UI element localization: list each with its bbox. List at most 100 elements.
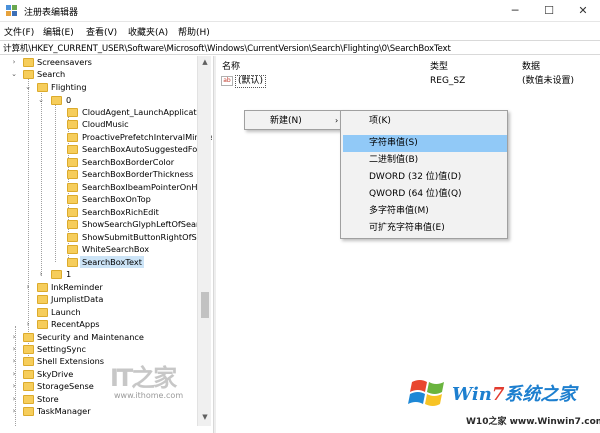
expand-icon[interactable]: › (10, 355, 18, 367)
window-title: 注册表编辑器 (24, 8, 79, 18)
tree-item-label: WhiteSearchBox (82, 244, 150, 254)
ithome-watermark: IT之家 www.ithome.com (110, 358, 210, 406)
scrollbar-thumb[interactable] (201, 292, 209, 318)
collapse-icon[interactable]: ⌄ (24, 81, 32, 93)
menu-file[interactable]: 文件(F) (4, 25, 34, 38)
tree-item-label: Search (37, 69, 66, 79)
scroll-up-icon[interactable]: ▲ (200, 58, 210, 68)
tree-item-label: InkReminder (51, 282, 103, 292)
folder-icon (23, 395, 34, 404)
menu-view[interactable]: 查看(V) (86, 25, 117, 38)
expand-icon[interactable]: › (10, 405, 18, 417)
brand-part: Win (452, 384, 492, 405)
win7-brand: Win7系统之家 (452, 380, 576, 406)
scroll-down-icon[interactable]: ▼ (200, 413, 210, 423)
submenu-arrow-icon: › (335, 116, 339, 125)
menu-favorites[interactable]: 收藏夹(A) (128, 25, 168, 38)
folder-icon (67, 170, 78, 179)
folder-icon (51, 270, 62, 279)
tree-item-label: SearchBoxText (80, 256, 144, 268)
tree-item-label: SearchBoxOnTop (82, 194, 151, 204)
win7-watermark: Win7系统之家 W10之家 www.Winwin7.com (408, 372, 600, 432)
menu-item-new[interactable]: 新建(N) › (245, 113, 347, 129)
tree-item-label: RecentApps (51, 319, 100, 329)
expand-icon[interactable]: › (24, 281, 32, 293)
expand-icon[interactable]: › (10, 393, 18, 405)
maximize-button[interactable]: ☐ (532, 0, 566, 22)
folder-icon (23, 70, 34, 79)
tree-item-label: ShowSubmitButtonRightOfSear (82, 232, 211, 242)
folder-icon (67, 220, 78, 229)
expand-icon[interactable]: › (24, 318, 32, 330)
menu-item-expandable-string-value[interactable]: 可扩充字符串值(E) (343, 220, 507, 237)
folder-icon (67, 145, 78, 154)
expand-icon[interactable]: › (10, 56, 18, 68)
address-bar[interactable]: 计算机\HKEY_CURRENT_USER\Software\Microsoft… (0, 40, 600, 55)
value-data: (数值未设置) (522, 76, 575, 86)
expand-icon[interactable]: › (10, 368, 18, 380)
tree-item-label: SearchBoxRichEdit (82, 207, 159, 217)
expand-icon[interactable]: › (10, 331, 18, 343)
menu-item-key[interactable]: 项(K) (343, 113, 507, 130)
menu-item-multi-string-value[interactable]: 多字符串值(M) (343, 203, 507, 220)
tree-item-label: SearchBoxAutoSuggestedFore (82, 144, 206, 154)
windows-flag-icon (408, 380, 444, 406)
folder-icon (23, 357, 34, 366)
menu-item-binary-value[interactable]: 二进制值(B) (343, 152, 507, 169)
folder-icon (37, 295, 48, 304)
menu-item-string-value[interactable]: 字符串值(S) (343, 135, 507, 152)
tree-item-label: TaskManager (37, 406, 91, 416)
tree-item-label: SearchBoxBorderThickness (82, 169, 194, 179)
folder-icon (67, 258, 78, 267)
address-path: 计算机\HKEY_CURRENT_USER\Software\Microsoft… (3, 44, 451, 54)
menu-edit[interactable]: 编辑(E) (43, 25, 74, 38)
folder-icon (67, 208, 78, 217)
close-button[interactable]: ✕ (566, 0, 600, 22)
menu-item-qword-value[interactable]: QWORD (64 位)值(Q) (343, 186, 507, 203)
ithome-url: www.ithome.com (114, 391, 184, 400)
collapse-icon[interactable]: ⌄ (10, 68, 18, 80)
folder-icon (67, 133, 78, 142)
brand-part: 系统之家 (504, 384, 577, 405)
column-header-data[interactable]: 数据 (522, 59, 540, 72)
folder-icon (67, 183, 78, 192)
context-menu: 新建(N) › (244, 110, 348, 130)
tree-item-label: CloudMusic (82, 119, 129, 129)
folder-icon (67, 233, 78, 242)
expand-icon[interactable]: › (10, 380, 18, 392)
tree-guide (55, 102, 56, 262)
menu-item-label: 新建(N) (270, 116, 302, 126)
folder-icon (37, 320, 48, 329)
value-name[interactable]: (默认) (235, 75, 267, 88)
column-header-type[interactable]: 类型 (430, 59, 448, 72)
folder-icon (23, 370, 34, 379)
folder-icon (67, 195, 78, 204)
folder-icon (37, 283, 48, 292)
collapse-icon[interactable]: ⌄ (37, 94, 45, 106)
folder-icon (37, 83, 48, 92)
ithome-logo: IT之家 (110, 364, 177, 392)
folder-icon (67, 120, 78, 129)
folder-icon (67, 158, 78, 167)
expand-icon[interactable]: › (10, 343, 18, 355)
tree-item-label: ProactivePrefetchIntervalMinute (82, 132, 212, 142)
tree-item-label: Shell Extensions (37, 356, 105, 366)
expand-icon[interactable]: › (37, 268, 45, 280)
string-value-icon: ab (221, 76, 233, 86)
tree-item-label: JumplistData (51, 294, 104, 304)
menu-help[interactable]: 帮助(H) (178, 25, 210, 38)
tree-item-label: 0 (66, 95, 72, 105)
column-header-name[interactable]: 名称 (222, 59, 240, 72)
tree-guide (41, 90, 42, 276)
value-type: REG_SZ (430, 76, 466, 86)
tree-item-label: ShowSearchGlyphLeftOfSearch (82, 219, 209, 229)
menu-item-dword-value[interactable]: DWORD (32 位)值(D) (343, 169, 507, 186)
minimize-button[interactable]: ─ (498, 0, 532, 22)
tree-item-label: Store (37, 394, 59, 404)
folder-icon (67, 245, 78, 254)
tree-item-label: 1 (66, 269, 72, 279)
brand-part: 7 (491, 384, 505, 405)
tree-item-label: SearchBoxBorderColor (82, 157, 175, 167)
tree-item-label: SearchBoxIbeamPointerOnHov (82, 182, 208, 192)
folder-icon (23, 333, 34, 342)
